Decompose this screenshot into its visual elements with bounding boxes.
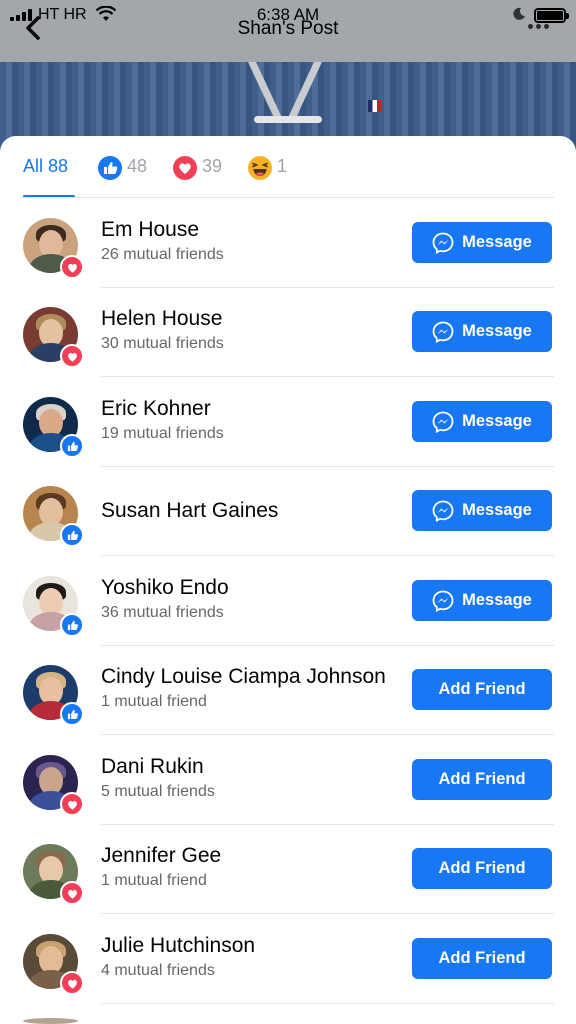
add-friend-button-label: Add Friend [438,770,526,788]
like-reaction-icon [60,613,84,637]
flag-logo [368,100,382,112]
love-reaction-icon [60,881,84,905]
tab-love[interactable]: 39 [173,156,222,198]
like-reaction-icon [60,702,84,726]
mutual-friends: 4 mutual friends [101,962,215,979]
like-reaction-icon [60,434,84,458]
person-name[interactable]: Jennifer Gee [101,844,221,868]
add-friend-button-label: Add Friend [438,949,526,967]
add-friend-button[interactable]: Add Friend [412,759,552,800]
add-friend-button[interactable]: Add Friend [412,938,552,979]
sheet-grabber[interactable] [254,116,322,123]
list-item[interactable]: Helen House 30 mutual friends Message [0,287,576,377]
tab-haha[interactable]: 1 [248,156,287,198]
list-item[interactable]: Cindy Louise Ciampa Johnson 1 mutual fri… [0,645,576,735]
messenger-icon [432,232,454,254]
add-friend-button-label: Add Friend [438,680,526,698]
row-divider [101,1003,554,1004]
more-options-icon[interactable] [528,24,549,29]
message-button[interactable]: Message [412,580,552,621]
list-item[interactable]: Susan Hart Gaines Message [0,466,576,556]
like-icon [98,156,122,180]
person-name[interactable]: Cindy Louise Ciampa Johnson [101,665,386,689]
person-name[interactable]: Yoshiko Endo [101,576,229,600]
tab-haha-count: 1 [277,156,288,176]
list-item[interactable]: Eric Kohner 19 mutual friends Message [0,377,576,467]
message-button-label: Message [462,412,532,430]
list-item[interactable]: Em House 26 mutual friends Message [0,198,576,288]
mutual-friends: 30 mutual friends [101,335,224,352]
person-name[interactable]: Helen House [101,307,222,331]
page-title: Shan's Post [237,18,339,39]
love-reaction-icon [60,255,84,279]
mutual-friends: 5 mutual friends [101,783,215,800]
add-friend-button[interactable]: Add Friend [412,669,552,710]
person-name[interactable]: Dani Rukin [101,755,204,779]
mutual-friends: 1 mutual friend [101,872,207,889]
message-button[interactable]: Message [412,490,552,531]
message-button[interactable]: Message [412,311,552,352]
messenger-icon [432,411,454,433]
tab-all-label: All 88 [23,156,69,176]
haha-icon [248,156,272,180]
love-icon [173,156,197,180]
list-item[interactable]: Dani Rukin 5 mutual friends Add Friend [0,735,576,825]
messenger-icon [432,321,454,343]
list-item[interactable]: Jennifer Gee 1 mutual friend Add Friend [0,824,576,914]
love-reaction-icon [60,792,84,816]
tab-like[interactable]: 48 [98,156,147,198]
message-button-label: Message [462,591,532,609]
love-reaction-icon [60,971,84,995]
add-friend-button[interactable]: Add Friend [412,848,552,889]
person-name[interactable]: Em House [101,218,199,242]
person-name[interactable]: Eric Kohner [101,397,211,421]
tab-love-count: 39 [202,156,223,176]
reaction-tabs: All 88 48 39 1 [0,136,576,198]
message-button-label: Message [462,501,532,519]
avatar[interactable] [23,1018,78,1024]
mutual-friends: 36 mutual friends [101,604,224,621]
list-item[interactable]: Yoshiko Endo 36 mutual friends Message [0,556,576,646]
message-button[interactable]: Message [412,222,552,263]
tab-all[interactable]: All 88 [23,156,75,198]
person-name[interactable]: Susan Hart Gaines [101,499,278,523]
list-item[interactable]: Julie Hutchinson 4 mutual friends Add Fr… [0,914,576,1004]
mutual-friends: 1 mutual friend [101,693,207,710]
reactions-sheet: All 88 48 39 1 Em House 26 mutual friend… [0,136,576,1024]
like-reaction-icon [60,523,84,547]
message-button-label: Message [462,233,532,251]
message-button[interactable]: Message [412,401,552,442]
add-friend-button-label: Add Friend [438,859,526,877]
messenger-icon [432,500,454,522]
mutual-friends: 19 mutual friends [101,425,224,442]
tab-like-count: 48 [127,156,148,176]
person-name[interactable]: Julie Hutchinson [101,934,255,958]
message-button-label: Message [462,322,532,340]
mutual-friends: 26 mutual friends [101,246,224,263]
love-reaction-icon [60,344,84,368]
messenger-icon [432,590,454,612]
